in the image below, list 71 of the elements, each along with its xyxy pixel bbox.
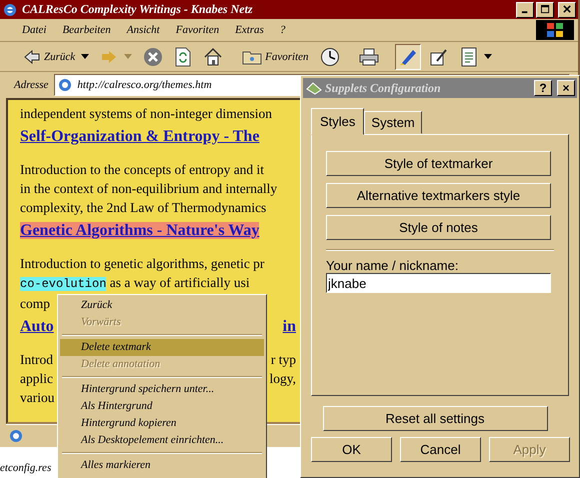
menu-item[interactable]: Favoriten bbox=[176, 24, 220, 36]
style-button[interactable]: Alternative textmarkers style bbox=[326, 183, 551, 208]
folder-icon bbox=[242, 48, 262, 64]
caret-icon bbox=[484, 54, 492, 59]
context-menu-item[interactable]: Delete textmark bbox=[60, 339, 264, 356]
caret-icon bbox=[124, 54, 132, 59]
paragraph-text: co-evolution as a way of artificially usi bbox=[20, 274, 250, 293]
paragraph-text: complexity, the 2nd Law of Thermodynamics bbox=[20, 199, 266, 217]
menu-item[interactable]: Datei bbox=[22, 24, 46, 36]
style-button[interactable]: Style of textmarker bbox=[326, 151, 551, 176]
heading-link[interactable]: Self-Organization & Entropy - The bbox=[20, 125, 260, 148]
context-menu-item[interactable]: Alles markieren bbox=[60, 457, 264, 474]
context-menu-item[interactable]: Als Hintergrund bbox=[60, 398, 264, 415]
favorites-button[interactable]: Favoriten bbox=[239, 46, 312, 68]
menu-item[interactable]: ? bbox=[280, 24, 286, 36]
file-name: etconfig.res bbox=[0, 462, 52, 476]
close-button[interactable] bbox=[558, 2, 576, 18]
context-menu-item[interactable]: Zurück bbox=[60, 297, 264, 314]
refresh-icon bbox=[174, 46, 192, 66]
app-icon bbox=[306, 81, 322, 95]
browser-icon bbox=[2, 2, 18, 18]
back-arrow-icon bbox=[23, 48, 41, 64]
stop-icon bbox=[143, 46, 164, 66]
menu-item[interactable]: Extras bbox=[235, 24, 264, 36]
page-icon bbox=[57, 77, 74, 93]
maximize-icon bbox=[540, 5, 550, 14]
printer-icon bbox=[358, 48, 379, 66]
heading-link[interactable]: in bbox=[282, 315, 296, 338]
tab[interactable]: Styles bbox=[311, 108, 364, 135]
name-label: Your name / nickname: bbox=[326, 258, 460, 273]
reset-button[interactable]: Reset all settings bbox=[322, 406, 548, 431]
address-label: Adresse bbox=[14, 79, 48, 91]
highlighter-button[interactable] bbox=[394, 44, 421, 70]
paragraph-text: r typ bbox=[270, 351, 296, 369]
heading-link[interactable]: Auto bbox=[20, 315, 54, 338]
paragraph-text: independent systems of non-integer dimension bbox=[20, 105, 272, 123]
paragraph-text: variou bbox=[20, 389, 54, 407]
paragraph-text: Introduction to genetic algorithms, genetic pr bbox=[20, 255, 264, 273]
windows-logo-icon bbox=[536, 20, 574, 40]
paragraph-text: applic bbox=[20, 370, 53, 388]
dialog-title: Supplets Configuration bbox=[325, 80, 442, 96]
dialog-button[interactable]: OK bbox=[311, 437, 392, 462]
home-icon bbox=[203, 46, 224, 66]
menu-item[interactable]: Bearbeiten bbox=[62, 24, 111, 36]
name-field[interactable]: jknabe bbox=[326, 273, 551, 293]
paragraph-text: Introd bbox=[20, 351, 53, 369]
menu-item[interactable]: Ansicht bbox=[126, 24, 160, 36]
context-menu-item[interactable]: Als Desktopelement einrichten... bbox=[60, 432, 264, 449]
paragraph-text: logy, bbox=[270, 370, 296, 388]
close-icon bbox=[562, 5, 572, 14]
paragraph-text: Introduction to the concepts of entropy and it bbox=[20, 161, 264, 179]
document-icon bbox=[460, 46, 478, 66]
maximize-button[interactable] bbox=[536, 2, 554, 18]
help-button[interactable]: ? bbox=[534, 80, 552, 96]
caret-icon bbox=[81, 54, 90, 59]
clock-icon bbox=[320, 46, 340, 66]
heading-link[interactable]: Genetic Algorithms - Nature's Way bbox=[20, 219, 260, 242]
back-button[interactable]: Zurück bbox=[20, 46, 92, 68]
minimize-button[interactable] bbox=[516, 2, 534, 18]
dialog-button[interactable]: Cancel bbox=[400, 437, 481, 462]
context-menu-item[interactable]: Hintergrund speichern unter... bbox=[60, 381, 264, 398]
window-title: CALResCo Complexity Writings - Knabes Netz bbox=[22, 2, 254, 17]
context-menu-item[interactable]: Hintergrund kopieren bbox=[60, 415, 264, 432]
style-button[interactable]: Style of notes bbox=[326, 215, 551, 240]
paragraph-text: comp bbox=[20, 295, 50, 313]
forward-arrow-icon bbox=[100, 48, 118, 64]
paragraph-text: in the context of non-equilibrium and internally bbox=[20, 180, 278, 198]
tab[interactable]: System bbox=[364, 111, 422, 134]
close-button[interactable]: × bbox=[557, 80, 575, 96]
note-pen-icon bbox=[428, 46, 449, 66]
page-icon bbox=[8, 428, 24, 444]
